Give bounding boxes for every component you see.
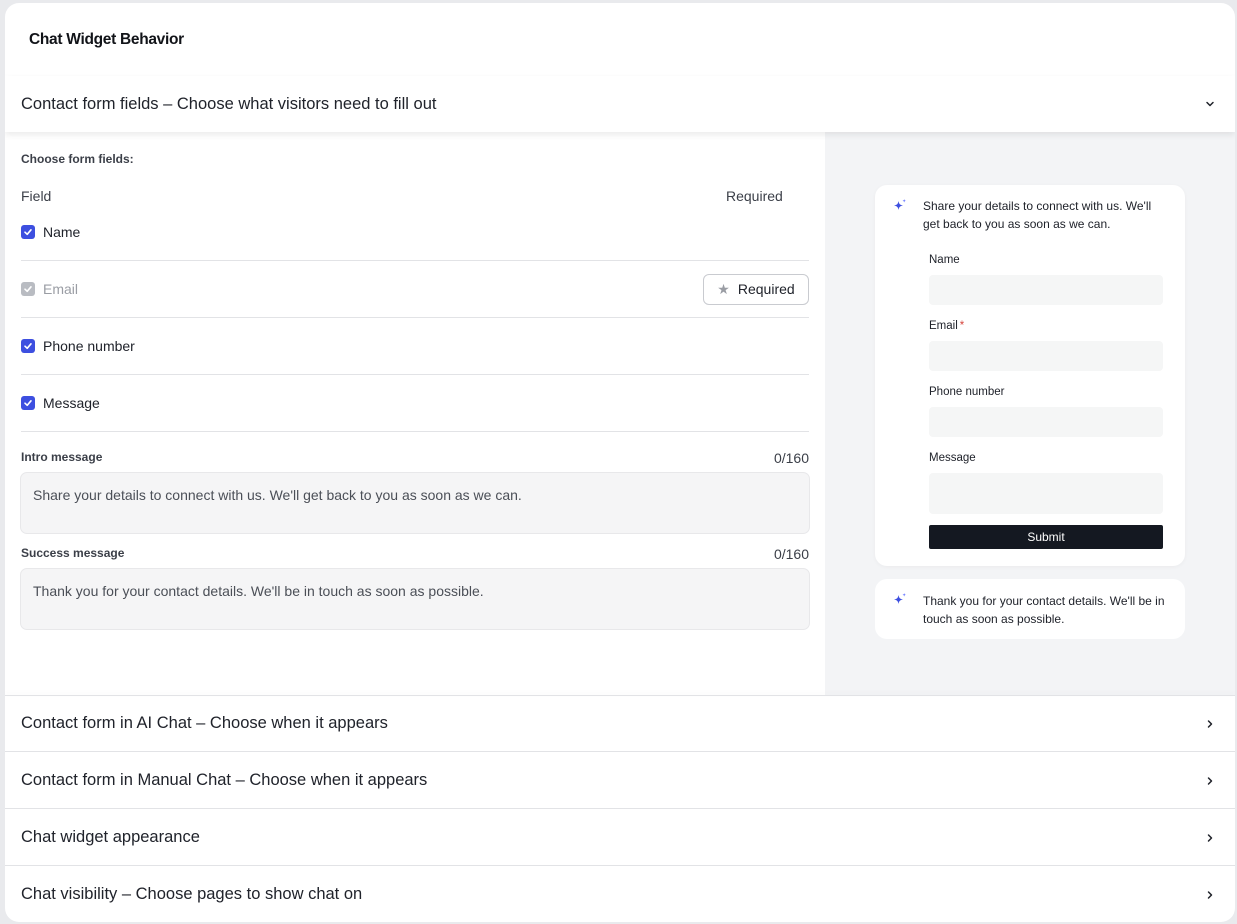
name-checkbox[interactable] <box>21 225 35 239</box>
section-label: Contact form in Manual Chat – Choose whe… <box>21 771 428 789</box>
section-label: Contact form fields – Choose what visito… <box>21 94 437 113</box>
preview-email-label-text: Email <box>929 320 958 332</box>
success-message-label: Success message <box>21 546 125 560</box>
preview-success-text: Thank you for your contact details. We'l… <box>923 594 1165 626</box>
preview-email-input[interactable] <box>929 341 1163 371</box>
phone-checkbox[interactable] <box>21 339 35 353</box>
chevron-right-icon <box>1205 719 1215 729</box>
section-contact-form-fields[interactable]: Contact form fields – Choose what visito… <box>5 76 1235 132</box>
chevron-right-icon <box>1205 833 1215 843</box>
choose-form-fields-label: Choose form fields: <box>21 152 134 166</box>
preview-name-label: Name <box>929 254 960 266</box>
required-asterisk: * <box>959 320 965 332</box>
intro-message-count: 0/160 <box>773 450 809 466</box>
section-contact-form-manual-chat[interactable]: Contact form in Manual Chat – Choose whe… <box>5 752 1235 809</box>
preview-success-card: Thank you for your contact details. We'l… <box>875 579 1185 639</box>
chevron-down-icon <box>1205 99 1215 109</box>
field-name-label: Email <box>43 281 79 297</box>
preview-submit-button[interactable]: Submit <box>929 525 1163 549</box>
intro-message-input[interactable]: Share your details to connect with us. W… <box>20 472 810 534</box>
section-label: Chat visibility – Choose pages to show c… <box>21 885 363 903</box>
sparkle-icon <box>894 199 906 210</box>
email-required-button[interactable]: ★ Required <box>703 273 809 305</box>
field-row-phone: Phone number <box>21 318 809 375</box>
required-column-header: Required <box>726 188 783 204</box>
chat-widget-behavior-card: Chat Widget Behavior Contact form fields… <box>5 3 1235 922</box>
check-icon <box>24 229 32 236</box>
preview-form-card: Share your details to connect with us. W… <box>875 185 1185 566</box>
check-icon <box>24 286 32 293</box>
field-column-header: Field <box>21 188 52 204</box>
check-icon <box>24 343 32 350</box>
form-fields-editor: Choose form fields: Field Required Name … <box>5 132 825 695</box>
section-contact-form-ai-chat[interactable]: Contact form in AI Chat – Choose when it… <box>5 695 1235 752</box>
chevron-right-icon <box>1205 776 1215 786</box>
preview-message-input[interactable] <box>929 473 1163 514</box>
field-name-label: Message <box>43 395 100 411</box>
preview-email-label: Email * <box>929 320 964 332</box>
intro-message-label: Intro message <box>21 450 103 464</box>
sparkle-icon <box>894 593 906 604</box>
success-message-input[interactable]: Thank you for your contact details. We'l… <box>20 568 810 630</box>
field-name-label: Phone number <box>43 338 135 354</box>
preview-phone-label: Phone number <box>929 386 1005 398</box>
field-row-message: Message <box>21 375 809 432</box>
preview-name-input[interactable] <box>929 275 1163 305</box>
required-button-label: Required <box>737 281 795 297</box>
check-icon <box>24 400 32 407</box>
contact-form-fields-panel: Choose form fields: Field Required Name … <box>5 132 1235 695</box>
email-checkbox <box>21 282 35 296</box>
section-chat-visibility[interactable]: Chat visibility – Choose pages to show c… <box>5 866 1235 922</box>
form-preview: Share your details to connect with us. W… <box>825 132 1235 695</box>
section-label: Contact form in AI Chat – Choose when it… <box>21 714 388 732</box>
card-title: Chat Widget Behavior <box>29 31 184 48</box>
field-row-email: Email ★ Required <box>21 261 809 318</box>
field-row-name: Name <box>21 204 809 261</box>
section-chat-widget-appearance[interactable]: Chat widget appearance <box>5 809 1235 866</box>
field-name-label: Name <box>43 224 81 240</box>
section-label: Chat widget appearance <box>21 828 200 846</box>
chevron-right-icon <box>1205 890 1215 900</box>
success-message-count: 0/160 <box>773 546 809 562</box>
message-checkbox[interactable] <box>21 396 35 410</box>
preview-message-label: Message <box>929 452 976 464</box>
preview-phone-input[interactable] <box>929 407 1163 437</box>
star-icon: ★ <box>717 280 730 297</box>
preview-intro-text: Share your details to connect with us. W… <box>923 199 1152 231</box>
